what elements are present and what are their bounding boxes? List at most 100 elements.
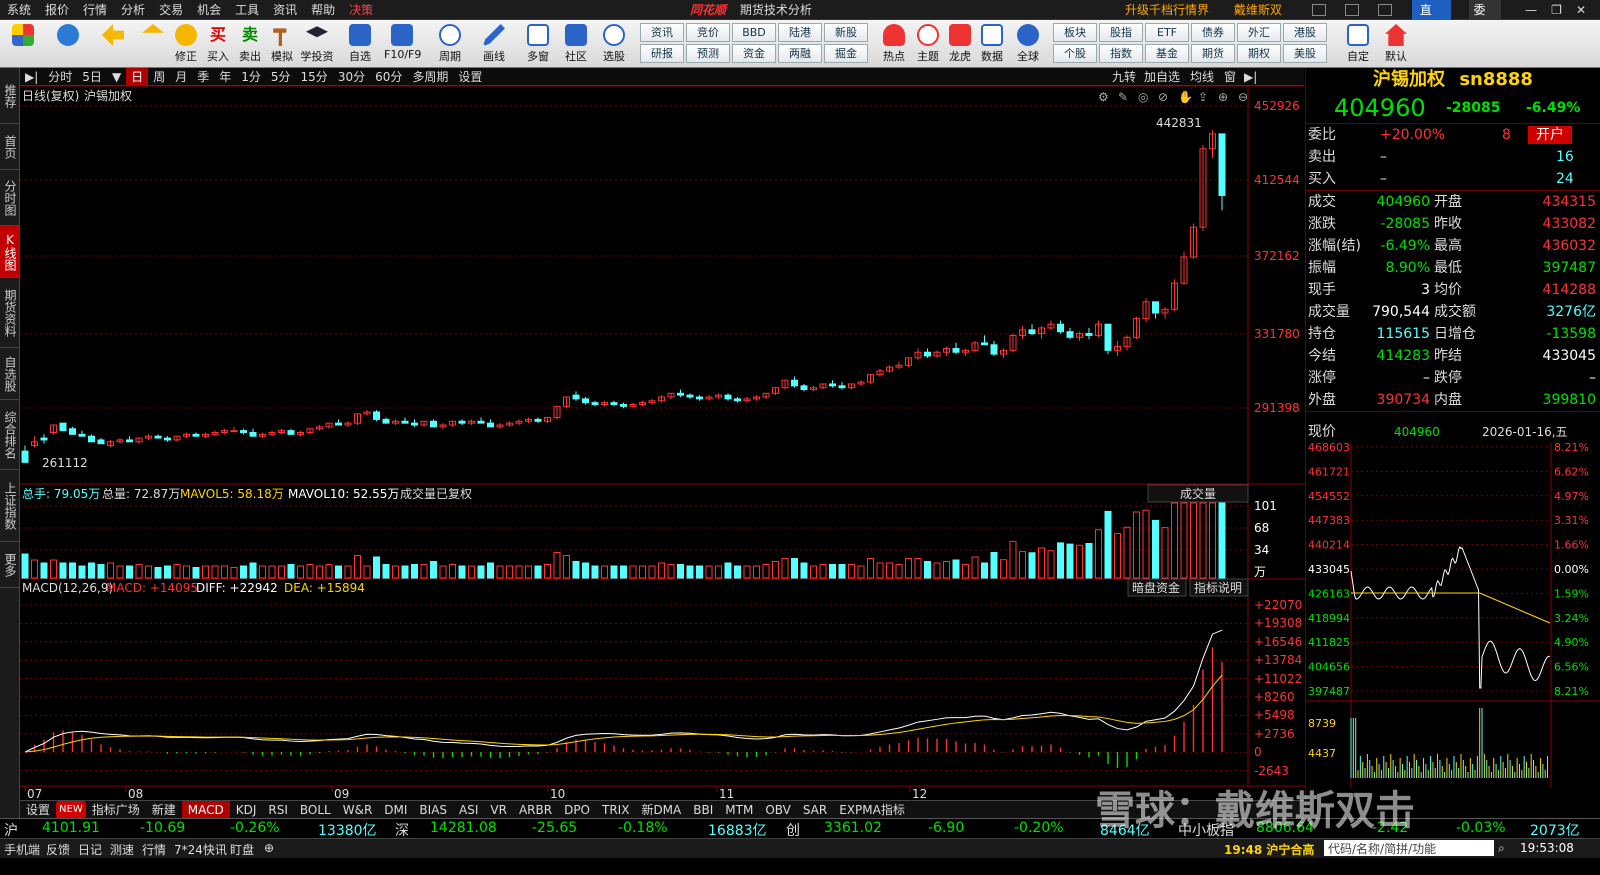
indicator-tab-20[interactable]: SAR [797, 801, 833, 819]
menu-opportunity[interactable]: 机会 [190, 0, 228, 20]
quick-fx[interactable]: 外汇 [1237, 23, 1281, 42]
sh-label[interactable]: 沪 [4, 820, 18, 840]
indicator-tab-17[interactable]: BBI [687, 801, 719, 819]
tab-ranking[interactable]: 综合排名 [0, 400, 20, 470]
status-news-724[interactable]: 7*24快讯 [174, 841, 227, 858]
period-quarter[interactable]: 季 [192, 68, 214, 86]
cy-label[interactable]: 创 [786, 820, 800, 840]
status-mobile[interactable]: 手机端 [4, 841, 40, 858]
indicator-tab-15[interactable]: TRIX [596, 801, 635, 819]
mail-icon[interactable] [1312, 4, 1327, 16]
period-month[interactable]: 月 [170, 68, 192, 86]
indicator-tab-1[interactable]: NEW [56, 800, 86, 819]
watchlist-button[interactable]: 自选 [342, 22, 378, 66]
indicator-tab-0[interactable]: 设置 [20, 801, 56, 819]
menu-trade[interactable]: 交易 [152, 0, 190, 20]
simulate-button[interactable]: 模拟 [264, 22, 300, 66]
default-button[interactable]: 默认 [1378, 22, 1414, 66]
search-icon[interactable]: ⌕ [1498, 841, 1505, 856]
period-15min[interactable]: 15分 [296, 68, 333, 86]
tab-futures-info[interactable]: 期货资料 [0, 278, 20, 348]
period-day[interactable]: 日 [126, 67, 149, 86]
kline-tool-icon[interactable]: ◎ [1138, 90, 1148, 104]
hotspot-button[interactable]: 热点 [876, 22, 912, 66]
community-button[interactable]: 社区 [558, 22, 594, 66]
open-account-button[interactable]: 开户 [1528, 126, 1572, 144]
chart-area[interactable]: 日线(复权) 沪锡加权 ⚙ ✎ ◎ ⊘ ✋ ⇪ ⊕ ⊖ 452926 412544 372162 3… [20, 86, 1305, 800]
multiwindow-button[interactable]: 多窗 [520, 22, 556, 66]
quick-news[interactable]: 资讯 [640, 23, 684, 42]
kline-tool-icon[interactable]: ⊘ [1158, 90, 1168, 104]
quick-capital[interactable]: 资金 [732, 44, 776, 63]
back-button[interactable] [95, 22, 131, 66]
quick-margin[interactable]: 两融 [778, 44, 822, 63]
search-input[interactable]: 代码/名称/简拼/功能 [1324, 840, 1494, 856]
period-timeshare[interactable]: 分时 [43, 68, 77, 86]
status-news-ticker[interactable]: 19:48 沪宁合高 [1224, 841, 1314, 858]
indicator-tab-12[interactable]: VR [484, 801, 513, 819]
status-feedback[interactable]: 反馈 [46, 841, 70, 858]
indicator-tab-10[interactable]: BIAS [413, 801, 453, 819]
data-button[interactable]: 数据 [974, 22, 1010, 66]
mini-timeshare-chart[interactable]: 468603 461721 454552 447383 440214 433045 4261… [1306, 441, 1600, 788]
quick-futures[interactable]: 期货 [1191, 44, 1235, 63]
sell-button[interactable]: 卖卖出 [232, 22, 268, 66]
period-year[interactable]: 年 [214, 68, 236, 86]
fix-button[interactable]: 修正 [168, 22, 204, 66]
quick-report[interactable]: 研报 [640, 44, 684, 63]
quick-options[interactable]: 期权 [1237, 44, 1281, 63]
period-play-icon[interactable]: ▶| [20, 68, 43, 86]
indicator-tab-13[interactable]: ARBR [513, 801, 558, 819]
quick-bid[interactable]: 竞价 [686, 23, 730, 42]
period-5day[interactable]: 5日 [77, 68, 107, 86]
period-5min[interactable]: 5分 [266, 68, 296, 86]
quick-hk[interactable]: 港股 [1283, 23, 1327, 42]
menu-system[interactable]: 系统 [0, 0, 38, 20]
quick-us[interactable]: 美股 [1283, 44, 1327, 63]
menu-market[interactable]: 行情 [76, 0, 114, 20]
quick-ipo[interactable]: 新股 [824, 23, 868, 42]
sz-label[interactable]: 深 [395, 820, 409, 840]
theme-button[interactable]: 主题 [910, 22, 946, 66]
menu-tools[interactable]: 工具 [228, 0, 266, 20]
quick-explore[interactable]: 掘金 [824, 44, 868, 63]
indicator-tab-3[interactable]: 新建 [146, 801, 182, 819]
quick-etf[interactable]: ETF [1145, 23, 1189, 42]
indicator-tab-2[interactable]: 指标广场 [86, 801, 146, 819]
quick-stock[interactable]: 个股 [1053, 44, 1097, 63]
draw-button[interactable]: 画线 [476, 22, 512, 66]
dragon-button[interactable]: 龙虎 [942, 22, 978, 66]
period-1min[interactable]: 1分 [236, 68, 266, 86]
period-settings[interactable]: 设置 [453, 68, 487, 86]
indicator-tab-4[interactable]: MACD [181, 800, 230, 819]
quick-forecast[interactable]: 预测 [686, 44, 730, 63]
indicator-tab-21[interactable]: EXPMA指标 [833, 801, 911, 819]
tab-timeshare[interactable]: 分时图 [0, 170, 20, 226]
period-week[interactable]: 周 [148, 68, 170, 86]
indicator-tab-14[interactable]: DPO [558, 801, 596, 819]
quick-bond[interactable]: 债券 [1191, 23, 1235, 42]
add-watchlist-button[interactable]: 加自选 [1144, 68, 1180, 86]
nine-turn-button[interactable]: 九转 [1112, 68, 1136, 86]
lock-icon[interactable]: ⊕ [264, 841, 274, 855]
indicator-tab-11[interactable]: ASI [453, 801, 484, 819]
menu-decision[interactable]: 决策 [342, 0, 380, 20]
chevron-down-icon[interactable]: ▼ [107, 68, 126, 86]
tab-more[interactable]: 更多 [0, 542, 20, 588]
home-grid-button[interactable] [5, 22, 41, 66]
indicator-tab-16[interactable]: 新DMA [635, 801, 687, 819]
kline-tool-icon[interactable]: ⊕ [1218, 90, 1228, 104]
menu-quote[interactable]: 报价 [38, 0, 76, 20]
indicator-tab-19[interactable]: OBV [759, 801, 797, 819]
period-30min[interactable]: 30分 [333, 68, 370, 86]
tab-sh-index[interactable]: 上证指数 [0, 470, 20, 542]
kline-tool-icon[interactable]: ✎ [1118, 90, 1128, 104]
learn-button[interactable]: 学投资 [299, 22, 335, 66]
up-down-button[interactable] [135, 22, 171, 66]
global-button[interactable]: 全球 [1010, 22, 1046, 66]
quick-bbd[interactable]: BBD [732, 23, 776, 42]
period-button[interactable]: 周期 [432, 22, 468, 66]
quick-index[interactable]: 指数 [1099, 44, 1143, 63]
kline-tool-icon[interactable]: ✋ [1178, 90, 1193, 104]
ma-button[interactable]: 均线 [1190, 68, 1214, 86]
